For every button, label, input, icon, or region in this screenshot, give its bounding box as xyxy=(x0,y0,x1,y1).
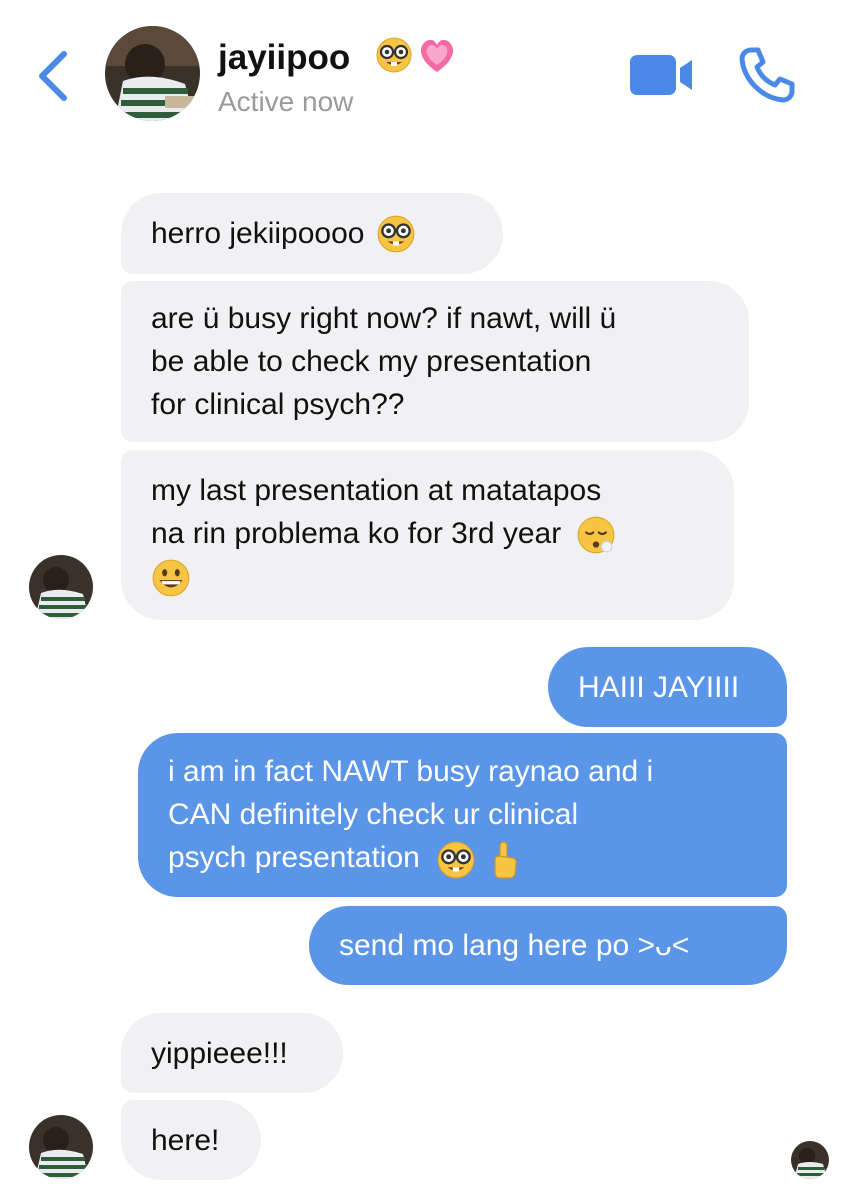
chat-screen: jayiipoo Active now herro jekiipoooo are… xyxy=(0,0,843,1200)
grinning-face-emoji xyxy=(152,559,190,597)
nerd-face-emoji xyxy=(378,215,415,252)
nerd-face-emoji xyxy=(437,841,475,878)
message-line-with-emoji: na rin problema ko for 3rd year xyxy=(151,512,616,555)
contact-avatar-small xyxy=(29,555,93,619)
message-line: my last presentation at matatapos xyxy=(151,474,602,507)
voice-call-button[interactable] xyxy=(738,46,796,104)
message-line: be able to check my presentation xyxy=(151,345,592,378)
message-line: i am in fact NAWT busy raynao and i xyxy=(168,755,654,789)
chevron-left-icon xyxy=(39,51,67,101)
message-line: na rin problema ko for 3rd year xyxy=(151,517,562,550)
message-bubble-outgoing[interactable]: send mo lang here po >ᴗ< xyxy=(309,906,787,985)
message-line: psych presentation xyxy=(168,841,420,875)
phone-icon xyxy=(739,47,795,103)
index-pointing-up-emoji xyxy=(493,840,517,879)
message-bubble-incoming[interactable]: here! xyxy=(121,1100,261,1180)
title-emojis xyxy=(375,36,457,74)
contact-name[interactable]: jayiipoo xyxy=(218,38,350,78)
message-bubble-incoming[interactable]: herro jekiipoooo xyxy=(121,193,503,274)
contact-avatar[interactable] xyxy=(105,26,200,121)
message-line: are ü busy right now? if nawt, will ü xyxy=(151,302,617,335)
message-line: CAN definitely check ur clinical xyxy=(168,798,579,832)
message-text: yippieee!!! xyxy=(151,1036,288,1070)
message-text: HAIII JAYIIII xyxy=(578,670,740,704)
video-camera-icon xyxy=(630,55,692,95)
growing-heart-emoji xyxy=(420,39,454,72)
active-status: Active now xyxy=(218,86,354,117)
message-text: here! xyxy=(151,1123,220,1157)
message-line-with-emoji: psych presentation xyxy=(168,836,653,879)
message-line: for clinical psych?? xyxy=(151,388,405,421)
chat-header: jayiipoo Active now xyxy=(0,0,843,150)
read-receipt-avatar xyxy=(791,1141,829,1179)
back-button[interactable] xyxy=(34,48,74,104)
message-text: send mo lang here po >ᴗ< xyxy=(339,929,690,962)
message-bubble-outgoing[interactable]: HAIII JAYIIII xyxy=(548,647,787,727)
message-bubble-incoming[interactable]: yippieee!!! xyxy=(121,1013,343,1093)
sighing-face-emoji xyxy=(577,516,614,554)
message-line-with-emoji xyxy=(151,555,616,598)
message-text: herro jekiipoooo xyxy=(151,217,365,250)
message-bubble-incoming[interactable]: my last presentation at matatapos na rin… xyxy=(121,450,734,620)
video-call-button[interactable] xyxy=(628,52,696,98)
message-bubble-incoming[interactable]: are ü busy right now? if nawt, will ü be… xyxy=(121,281,749,442)
contact-avatar-small xyxy=(29,1115,93,1179)
message-bubble-outgoing[interactable]: i am in fact NAWT busy raynao and i CAN … xyxy=(138,733,787,897)
nerd-face-emoji xyxy=(376,37,412,73)
